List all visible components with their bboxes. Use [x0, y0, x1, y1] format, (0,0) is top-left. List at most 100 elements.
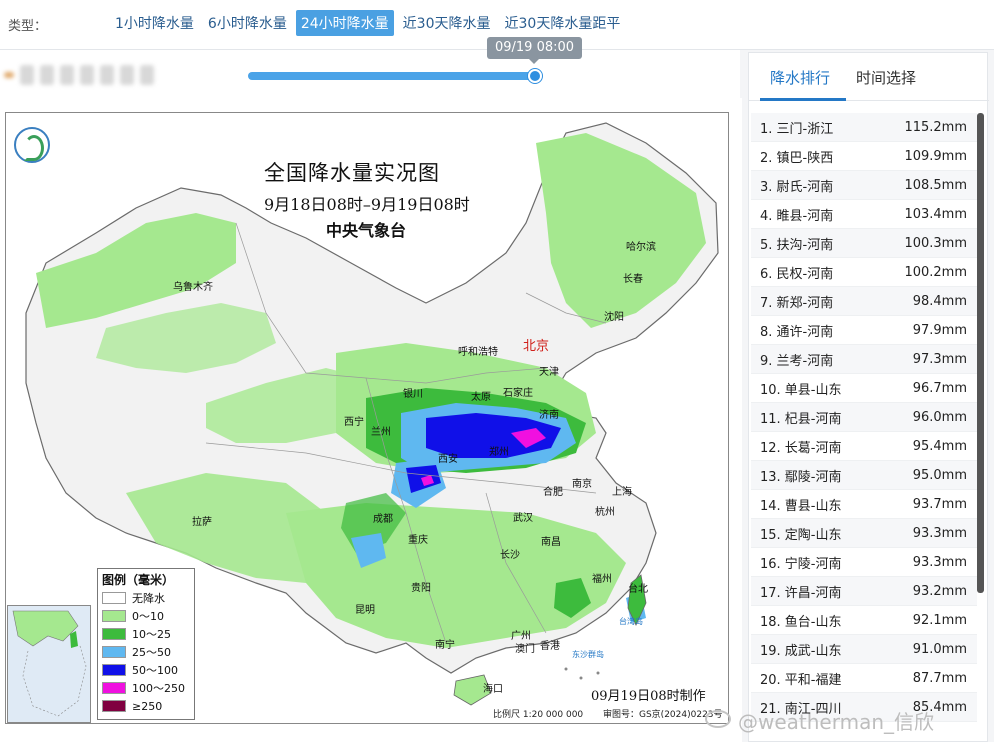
legend-swatch — [102, 646, 126, 658]
map-made-time: 09月19日08时制作 — [591, 689, 706, 704]
station-name: 12. 长葛-河南 — [760, 440, 842, 456]
city-label: 天津 — [539, 367, 559, 378]
city-label: 昆明 — [355, 605, 375, 616]
tab-30d-anomaly[interactable]: 近30天降水量距平 — [500, 10, 626, 36]
city-label: 郑州 — [489, 447, 509, 458]
tab-6h-rain[interactable]: 6小时降水量 — [203, 10, 292, 36]
station-name: 8. 通许-河南 — [760, 324, 834, 340]
city-label: 南京 — [572, 479, 592, 490]
list-item[interactable]: 18. 鱼台-山东 92.1mm — [751, 606, 977, 635]
legend-swatch — [102, 610, 126, 622]
list-item[interactable]: 8. 通许-河南 97.9mm — [751, 316, 977, 345]
rain-value: 100.3mm — [904, 235, 967, 251]
precipitation-map[interactable]: 全国降水量实况图 9月18日08时–9月19日08时 中央气象台 乌鲁木齐 哈尔… — [5, 112, 729, 724]
city-label: 石家庄 — [503, 388, 533, 399]
list-item[interactable]: 19. 成武-山东 91.0mm — [751, 635, 977, 664]
city-label: 香港 — [540, 641, 560, 652]
rain-value: 103.4mm — [904, 206, 967, 222]
city-label: 台湾岛 — [619, 617, 643, 626]
active-tab-underline — [760, 98, 846, 101]
legend-row: 10～25 — [98, 625, 194, 643]
time-slider-track[interactable] — [248, 72, 538, 80]
city-label: 澳门 — [515, 644, 535, 655]
city-label: 福州 — [592, 574, 612, 585]
list-item[interactable]: 3. 尉氏-河南 108.5mm — [751, 171, 977, 200]
type-tabs: 1小时降水量 6小时降水量 24小时降水量 近30天降水量 近30天降水量距平 — [110, 10, 625, 36]
station-name: 19. 成武-山东 — [760, 643, 842, 659]
list-item[interactable]: 11. 杞县-河南 96.0mm — [751, 403, 977, 432]
station-name: 5. 扶沟-河南 — [760, 237, 834, 253]
rain-value: 97.9mm — [912, 322, 967, 338]
station-name: 7. 新郑-河南 — [760, 295, 834, 311]
map-title: 全国降水量实况图 — [264, 161, 440, 185]
tab-time-select[interactable]: 时间选择 — [856, 67, 916, 88]
city-label: 西安 — [438, 454, 458, 465]
city-label: 哈尔滨 — [626, 242, 656, 253]
city-label: 乌鲁木齐 — [173, 282, 213, 293]
rain-value: 87.7mm — [912, 670, 967, 686]
city-label: 武汉 — [513, 513, 533, 524]
cma-logo — [14, 127, 50, 163]
list-item[interactable]: 15. 定陶-山东 93.3mm — [751, 519, 977, 548]
city-label: 成都 — [373, 514, 393, 525]
city-label: 东沙群岛 — [572, 650, 604, 659]
map-period: 9月18日08时–9月19日08时 — [264, 195, 470, 214]
city-label: 杭州 — [595, 507, 615, 518]
legend-label: 无降水 — [132, 592, 165, 605]
legend-label: 50～100 — [132, 664, 178, 677]
legend-row: 无降水 — [98, 589, 194, 607]
city-label: 台北 — [628, 584, 648, 595]
ranking-panel: 降水排行 时间选择 1. 三门-浙江 115.2mm 2. 镇巴-陕西 109.9m… — [748, 52, 989, 742]
city-label: 西宁 — [344, 417, 364, 428]
legend-swatch — [102, 664, 126, 676]
city-label: 南宁 — [435, 640, 455, 651]
tab-24h-rain[interactable]: 24小时降水量 — [295, 10, 394, 36]
ranking-scrollbar[interactable] — [977, 113, 984, 593]
legend-row: 0～10 — [98, 607, 194, 625]
list-item[interactable]: 10. 单县-山东 96.7mm — [751, 374, 977, 403]
list-item[interactable]: 5. 扶沟-河南 100.3mm — [751, 229, 977, 258]
rain-value: 91.0mm — [912, 641, 967, 657]
list-item[interactable]: 1. 三门-浙江 115.2mm — [751, 113, 977, 142]
list-item[interactable]: 6. 民权-河南 100.2mm — [751, 258, 977, 287]
legend-label: 10～25 — [132, 628, 171, 641]
blurred-timeline-labels — [4, 62, 169, 88]
city-label: 长春 — [623, 274, 643, 285]
list-item[interactable]: 4. 睢县-河南 103.4mm — [751, 200, 977, 229]
legend-row: ≥250 — [98, 697, 194, 715]
tab-1h-rain[interactable]: 1小时降水量 — [110, 10, 199, 36]
legend-row: 100～250 — [98, 679, 194, 697]
list-item[interactable]: 2. 镇巴-陕西 109.9mm — [751, 142, 977, 171]
station-name: 6. 民权-河南 — [760, 266, 834, 282]
type-label: 类型： — [8, 19, 48, 34]
station-name: 14. 曹县-山东 — [760, 498, 842, 514]
rain-value: 108.5mm — [904, 177, 967, 193]
city-label: 上海 — [612, 487, 632, 498]
rain-value: 93.3mm — [912, 554, 967, 570]
legend-row: 50～100 — [98, 661, 194, 679]
city-label: 太原 — [471, 392, 491, 403]
list-item[interactable]: 12. 长葛-河南 95.4mm — [751, 432, 977, 461]
time-slider-handle[interactable] — [528, 69, 542, 83]
rain-value: 100.2mm — [904, 264, 967, 280]
station-name: 11. 杞县-河南 — [760, 411, 842, 427]
map-legend: 图例（毫米） 无降水 0～10 10～25 25～50 50～100 100～2… — [97, 568, 195, 720]
list-item[interactable]: 9. 兰考-河南 97.3mm — [751, 345, 977, 374]
list-item[interactable]: 7. 新郑-河南 98.4mm — [751, 287, 977, 316]
rain-value: 115.2mm — [904, 119, 967, 135]
list-item[interactable]: 14. 曹县-山东 93.7mm — [751, 490, 977, 519]
tab-rain-ranking[interactable]: 降水排行 — [770, 67, 830, 88]
city-label: 济南 — [539, 410, 559, 421]
legend-swatch — [102, 592, 126, 604]
city-label: 合肥 — [543, 487, 563, 498]
city-label: 兰州 — [371, 427, 391, 438]
list-item[interactable]: 13. 鄢陵-河南 95.0mm — [751, 461, 977, 490]
station-name: 13. 鄢陵-河南 — [760, 469, 842, 485]
tab-30d-rain[interactable]: 近30天降水量 — [398, 10, 496, 36]
rain-value: 95.0mm — [912, 467, 967, 483]
legend-swatch — [102, 700, 126, 712]
list-item[interactable]: 17. 许昌-河南 93.2mm — [751, 577, 977, 606]
list-item[interactable]: 20. 平和-福建 87.7mm — [751, 664, 977, 693]
south-china-sea-inset — [7, 605, 91, 723]
list-item[interactable]: 16. 宁陵-河南 93.3mm — [751, 548, 977, 577]
